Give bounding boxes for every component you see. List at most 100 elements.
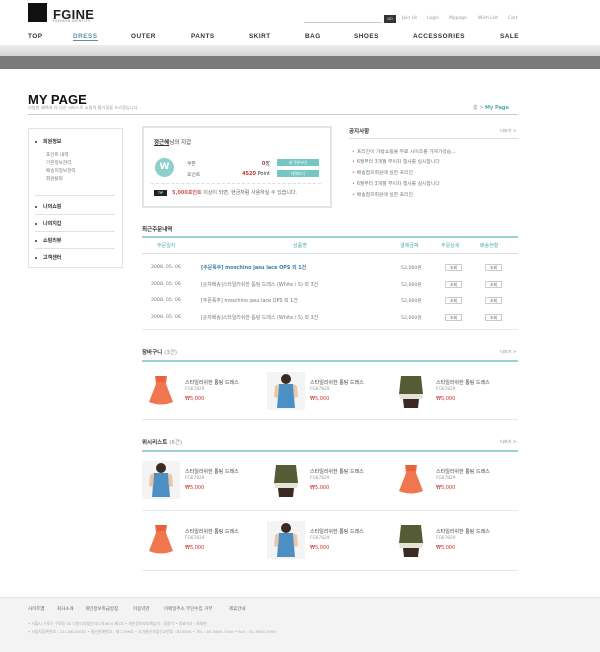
- orders-bottom-line: [142, 329, 518, 330]
- nav-dress[interactable]: DRESS: [73, 33, 98, 41]
- logo-mark[interactable]: [28, 3, 47, 22]
- notice-item[interactable]: • 6월부터 3개월 무이자 행사를 실시합니다: [352, 180, 440, 187]
- sidebar-item-member-info[interactable]: 회원정보: [43, 138, 61, 145]
- divider: [35, 231, 115, 232]
- notice-item[interactable]: • 6월부터 3개월 무이자 행사를 실시합니다: [352, 158, 440, 165]
- footer-privacy-link[interactable]: 개인정보취급방침: [85, 606, 118, 612]
- product-code: FG67829: [436, 536, 456, 541]
- product-name[interactable]: 스타일리쉬한 톱팅 드레스: [185, 468, 239, 475]
- footer-sitemap-link[interactable]: 사이트맵: [28, 606, 45, 612]
- view-points-button[interactable]: 내역보기: [277, 170, 319, 177]
- product-name[interactable]: 스타일리쉬한 톱팅 드레스: [310, 379, 364, 386]
- order-detail-button[interactable]: 조회: [445, 314, 462, 321]
- product-price: ₩5,000: [436, 485, 456, 491]
- cart-more-link[interactable]: 더보기 >: [500, 349, 516, 355]
- product-name[interactable]: 스타일리쉬한 톱팅 드레스: [436, 528, 490, 535]
- point-label: 포인트: [187, 173, 201, 178]
- breadcrumb: 홈 > My Page: [473, 104, 509, 111]
- login-link[interactable]: Login: [427, 16, 439, 21]
- product-image[interactable]: [142, 521, 180, 559]
- nav-bag[interactable]: BAG: [305, 33, 321, 40]
- tip-badge: TIP: [154, 190, 167, 196]
- notice-item[interactable]: • 배송접지회원에 실한 프리진: [352, 169, 413, 176]
- sidebar-sub-basic-info[interactable]: 기본정보관리: [46, 160, 71, 166]
- product-price: ₩5,000: [310, 545, 330, 551]
- search-button[interactable]: GO: [384, 15, 396, 23]
- sidebar-item-my-shopping[interactable]: 나의쇼핑: [43, 203, 61, 210]
- nav-pants[interactable]: PANTS: [191, 33, 215, 40]
- product-image[interactable]: [392, 372, 430, 410]
- point-count: 4520: [242, 171, 256, 177]
- view-coupons-button[interactable]: 내 쿠폰보기: [277, 159, 319, 166]
- product-name[interactable]: 스타일리쉬한 톱팅 드레스: [310, 468, 364, 475]
- sidebar-item-customer-center[interactable]: 고객센터: [43, 254, 61, 261]
- footer-company-link[interactable]: 회사소개: [57, 606, 74, 612]
- product-price: ₩5,000: [185, 545, 205, 551]
- breadcrumb-home[interactable]: 홈: [473, 105, 478, 111]
- order-detail-button[interactable]: 조회: [445, 264, 462, 271]
- nav-outer[interactable]: OUTER: [131, 33, 156, 40]
- order-price: 52,000원: [401, 316, 422, 321]
- product-image[interactable]: [392, 461, 430, 499]
- mypage-link[interactable]: Mypage: [449, 16, 467, 21]
- wishlist-bottom-line: [142, 570, 518, 571]
- product-name[interactable]: 스타일리쉬한 톱팅 드레스: [185, 379, 239, 386]
- order-product-link[interactable]: [순차배송]스타일리쉬한 톱팅 드레스 (White / S) 외 3건: [201, 281, 318, 288]
- wishlist-top-line: [142, 450, 518, 452]
- product-image[interactable]: [142, 461, 180, 499]
- sidebar-sub-shipping[interactable]: 배송지정보관리: [46, 168, 76, 174]
- product-name[interactable]: 스타일리쉬한 톱팅 드레스: [436, 468, 490, 475]
- notice-more-link[interactable]: 더보기 >: [500, 128, 516, 134]
- search-input[interactable]: [304, 15, 382, 23]
- nav-shoes[interactable]: SHOES: [354, 33, 379, 40]
- nav-skirt[interactable]: SKIRT: [249, 33, 271, 40]
- order-product-link[interactable]: [순차배송]스타일리쉬한 톱팅 드레스 (White / S) 외 3건: [201, 314, 318, 321]
- nav-sale[interactable]: SALE: [500, 33, 519, 40]
- order-detail-button[interactable]: 조회: [445, 297, 462, 304]
- sidebar-sub-points[interactable]: 포인트 내역: [46, 152, 69, 158]
- notice-item-text: 배송접지회원에 실한 프리진: [356, 193, 413, 198]
- shipping-status-button[interactable]: 조회: [485, 314, 502, 321]
- order-product-link[interactable]: [주문폭주] moschino jasu lace OPS 외 1건: [201, 297, 298, 304]
- wishlist-more-link[interactable]: 더보기 >: [500, 439, 516, 445]
- sidebar-item-reviews[interactable]: 쇼핑리뷰: [43, 237, 61, 244]
- cart-link[interactable]: Cart: [508, 16, 518, 21]
- footer-partnership-link[interactable]: 제휴안내: [229, 606, 246, 612]
- product-name[interactable]: 스타일리쉬한 톱팅 드레스: [185, 528, 239, 535]
- product-name[interactable]: 스타일리쉬한 톱팅 드레스: [436, 379, 490, 386]
- order-product-link[interactable]: [주문폭주] moschino jasu lace OPS 외 1건: [201, 264, 306, 271]
- shipping-status-button[interactable]: 조회: [485, 297, 502, 304]
- footer-terms-link[interactable]: 이용약관: [133, 606, 150, 612]
- wallet-title: 정근혜님의 지갑: [154, 138, 191, 146]
- product-name[interactable]: 스타일리쉬한 톱팅 드레스: [310, 528, 364, 535]
- product-image[interactable]: [142, 372, 180, 410]
- footer-company-info: • 서울시 구로구 구로동 00 다원디지털단지(1차)605 제1호 • 개인…: [28, 621, 207, 626]
- product-image[interactable]: [267, 461, 305, 499]
- sidebar-item-my-wallet[interactable]: 나의지갑: [43, 220, 61, 227]
- sidebar-sub-withdraw[interactable]: 회원탈퇴: [46, 176, 63, 182]
- product-price: ₩5,000: [436, 545, 456, 551]
- nav-top[interactable]: TOP: [28, 33, 43, 40]
- wishlist-row-divider: [142, 510, 518, 511]
- bullet-icon: •: [352, 171, 355, 176]
- nav-accessories[interactable]: ACCESSORIES: [413, 33, 465, 40]
- footer-email-policy-link[interactable]: 이메일주소 무단수집 거부: [164, 606, 212, 612]
- order-detail-button[interactable]: 조회: [445, 281, 462, 288]
- breadcrumb-current: My Page: [485, 105, 509, 111]
- join-link[interactable]: Join Us: [402, 16, 417, 21]
- notice-item[interactable]: • 프리진이 가방쇼핑몰 무료 사이즈를 가져가셨습...: [352, 148, 456, 155]
- shipping-status-button[interactable]: 조회: [485, 264, 502, 271]
- product-image[interactable]: [267, 521, 305, 559]
- coupon-value: 0장: [210, 160, 270, 167]
- notice-item[interactable]: • 배송접지회원에 실한 프리진: [352, 191, 413, 198]
- cart-title-text: 장바구니: [142, 350, 163, 356]
- product-code: FG67829: [310, 536, 330, 541]
- cart-top-line: [142, 360, 518, 362]
- footer-registration-info: • 사업자등록번호 : 211-88-00001 • 통신판매번호 : 제 17…: [28, 629, 276, 634]
- shipping-status-button[interactable]: 조회: [485, 281, 502, 288]
- product-image[interactable]: [392, 521, 430, 559]
- wishlist-link[interactable]: Wish List: [478, 16, 498, 21]
- product-image[interactable]: [267, 372, 305, 410]
- bullet-icon: [35, 141, 37, 143]
- col-shipping: 배송현황: [480, 243, 499, 249]
